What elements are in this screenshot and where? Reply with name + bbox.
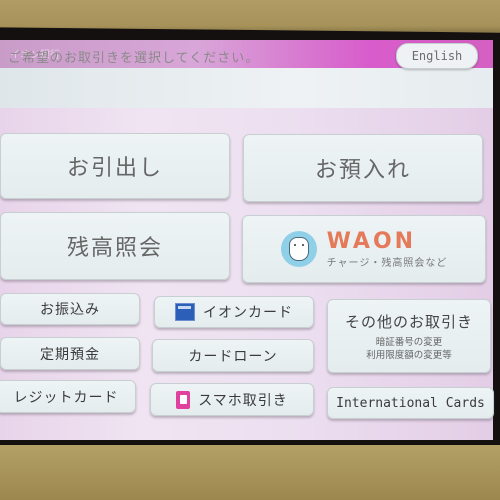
card-loan-button[interactable]: カードローン	[152, 339, 314, 372]
other-transactions-sub: 暗証番号の変更 利用限度額の変更等	[366, 336, 452, 362]
time-deposit-label: 定期預金	[40, 346, 100, 363]
waon-button[interactable]: WAON チャージ・残高照会など	[242, 215, 486, 283]
atm-bezel-bottom	[0, 445, 500, 500]
aeon-card-icon	[175, 303, 195, 321]
withdrawal-button[interactable]: お引出し	[0, 133, 230, 199]
transfer-button[interactable]: お振込み	[0, 293, 140, 325]
transfer-label: お振込み	[40, 302, 100, 318]
credit-card-label: レジットカード	[13, 389, 119, 406]
waon-subtitle: チャージ・残高照会など	[326, 257, 448, 269]
waon-dog-icon	[280, 231, 317, 267]
smartphone-icon	[176, 390, 191, 409]
deposit-label: お預入れ	[314, 158, 411, 183]
deposit-button[interactable]: お預入れ	[243, 134, 483, 202]
credit-card-button[interactable]: レジットカード	[0, 380, 136, 413]
other-transactions-title: その他のお取引き	[344, 312, 473, 331]
aeon-card-label: イオンカード	[203, 305, 293, 321]
smartphone-button[interactable]: スマホ取引き	[150, 383, 314, 416]
english-button[interactable]: English	[396, 43, 478, 69]
waon-logo-text: WAON	[326, 228, 417, 254]
time-deposit-button[interactable]: 定期預金	[0, 337, 140, 370]
aeon-card-button[interactable]: イオンカード	[154, 296, 314, 328]
withdrawal-label: お引出し	[66, 156, 163, 181]
other-transactions-button[interactable]: その他のお取引き 暗証番号の変更 利用限度額の変更等	[327, 299, 491, 373]
balance-inquiry-label: 残高照会	[66, 236, 163, 261]
international-cards-label: International Cards	[336, 395, 485, 411]
balance-inquiry-button[interactable]: 残高照会	[0, 212, 230, 280]
smartphone-label: スマホ取引き	[198, 392, 288, 409]
prompt-text: ご希望のお取引きを選択してください。	[8, 51, 260, 66]
card-loan-label: カードローン	[188, 348, 278, 365]
international-cards-button[interactable]: International Cards	[327, 387, 494, 419]
pin-change-text: 暗証番号の変更	[375, 336, 443, 348]
limit-change-text: 利用限度額の変更等	[366, 349, 452, 361]
prompt-area	[0, 68, 493, 108]
